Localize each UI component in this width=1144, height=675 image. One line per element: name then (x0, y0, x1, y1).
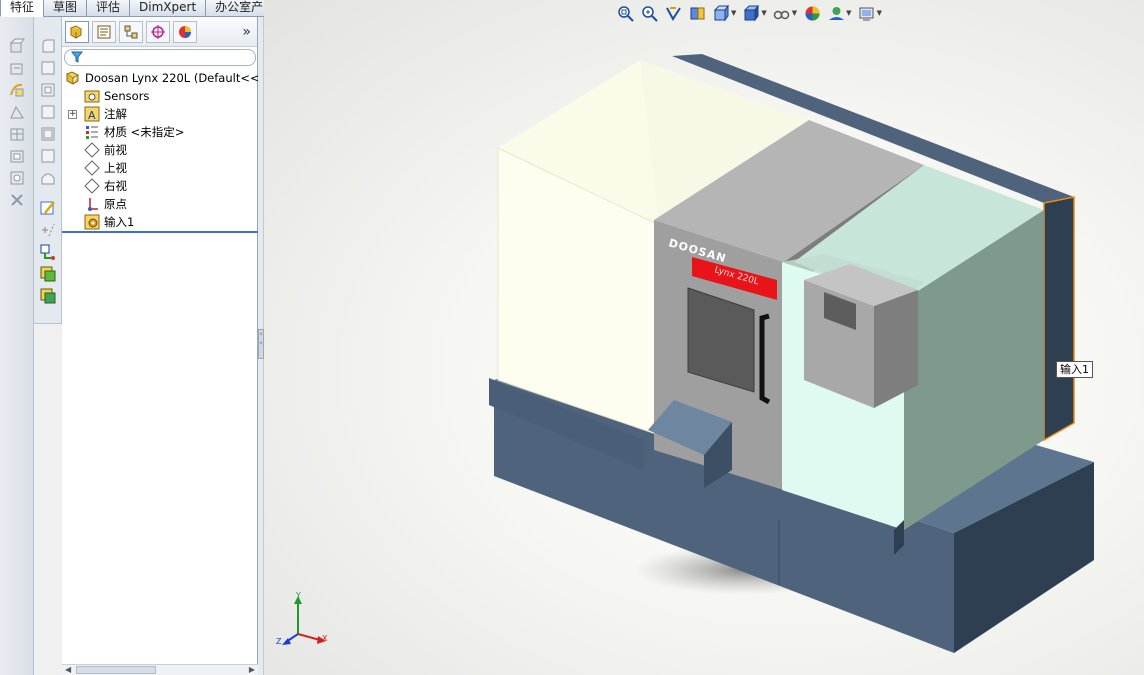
filter-icon (71, 51, 83, 63)
sketch-icon[interactable] (39, 199, 57, 217)
tab-sketch[interactable]: 草图 (43, 0, 88, 17)
cnc-lathe-model[interactable]: DOOSAN Lynx 220L (264, 0, 1144, 675)
tree-item-front-plane[interactable]: 前视 (62, 141, 258, 159)
rollback-bar[interactable] (62, 231, 258, 233)
tree-filter-input[interactable] (64, 49, 256, 66)
horizontal-scrollbar[interactable]: ◀ ▶ (62, 664, 258, 675)
tree-item-top-plane[interactable]: 上视 (62, 159, 258, 177)
fillet-icon[interactable] (39, 37, 57, 55)
feature-manager-toolbar: » (62, 17, 257, 47)
revolved-cut-icon[interactable] (8, 191, 26, 209)
extruded-cut-icon[interactable] (8, 147, 26, 165)
feature-tree-tab-icon[interactable] (65, 20, 89, 43)
imported-body-icon (84, 214, 100, 230)
instant3d-icon[interactable] (39, 265, 57, 283)
plane-icon (84, 178, 100, 194)
tab-evaluate[interactable]: 评估 (86, 0, 131, 17)
tab-features[interactable]: 特征 (0, 0, 45, 17)
svg-text:A: A (88, 109, 96, 122)
part-icon (65, 71, 80, 85)
graphics-viewport[interactable]: ▼ ▼ ▼ ▼ ▼ DOOSAN Lynx 220L 输入1 Y X Z (264, 0, 1144, 675)
tree-item-annotations[interactable]: + A 注解 (62, 105, 258, 123)
tree-item-material[interactable]: 材质 <未指定> (62, 123, 258, 141)
draft-icon[interactable] (39, 103, 57, 121)
annotations-icon: A (84, 106, 100, 122)
material-icon (86, 126, 98, 139)
import-diagnostics-icon[interactable] (39, 287, 57, 305)
linear-pattern-icon[interactable] (39, 59, 57, 77)
rib-icon[interactable] (39, 81, 57, 99)
rear-cabinet-side (1043, 196, 1075, 442)
display-manager-tab-icon[interactable] (173, 20, 197, 43)
shell-icon[interactable] (39, 125, 57, 143)
boundary-boss-icon[interactable] (8, 125, 26, 143)
feature-manager-panel: » Doosan Lynx 220L (Default<<Defa Sensor… (62, 17, 287, 675)
tree-item-right-plane[interactable]: 右视 (62, 177, 258, 195)
tree-item-origin[interactable]: 原点 (62, 195, 258, 213)
hole-wizard-icon[interactable] (8, 169, 26, 187)
property-manager-tab-icon[interactable] (92, 20, 116, 43)
tree-item-imported-body[interactable]: 输入1 (62, 213, 258, 231)
wrap-icon[interactable] (39, 147, 57, 165)
scroll-right-icon[interactable]: ▶ (249, 665, 255, 674)
more-tabs-button[interactable]: » (242, 24, 251, 40)
lofted-boss-icon[interactable] (8, 103, 26, 121)
reference-geometry-icon[interactable] (39, 221, 57, 239)
origin-icon (88, 198, 98, 211)
extrude-boss-icon[interactable] (8, 37, 26, 55)
triad-z-label: Z (276, 637, 282, 646)
tree-root-part[interactable]: Doosan Lynx 220L (Default<<Defa (62, 69, 287, 87)
revolve-boss-icon[interactable] (8, 59, 26, 77)
dome-icon[interactable] (39, 169, 57, 187)
sensors-icon (84, 90, 100, 103)
plane-icon (84, 160, 100, 176)
command-toolbar-secondary (34, 17, 62, 324)
expand-icon[interactable]: + (68, 110, 77, 119)
triad-y-label: Y (295, 591, 301, 600)
scroll-left-icon[interactable]: ◀ (65, 665, 71, 674)
feature-tree: Doosan Lynx 220L (Default<<Defa Sensors … (62, 69, 287, 231)
tab-dimxpert[interactable]: DimXpert (129, 0, 207, 17)
swept-boss-icon[interactable] (8, 81, 26, 99)
tree-root-label: Doosan Lynx 220L (Default<<Defa (85, 71, 287, 85)
triad-x-label: X (322, 634, 328, 643)
plane-icon (84, 142, 100, 158)
configuration-manager-tab-icon[interactable] (119, 20, 143, 43)
curves-icon[interactable] (39, 243, 57, 261)
dimxpert-manager-tab-icon[interactable] (146, 20, 170, 43)
scrollbar-thumb[interactable] (76, 666, 156, 674)
reference-triad: Y X Z (276, 591, 328, 646)
command-toolbar (0, 17, 34, 675)
tree-item-sensors[interactable]: Sensors (62, 87, 258, 105)
imported-body-callout[interactable]: 输入1 (1056, 361, 1093, 378)
